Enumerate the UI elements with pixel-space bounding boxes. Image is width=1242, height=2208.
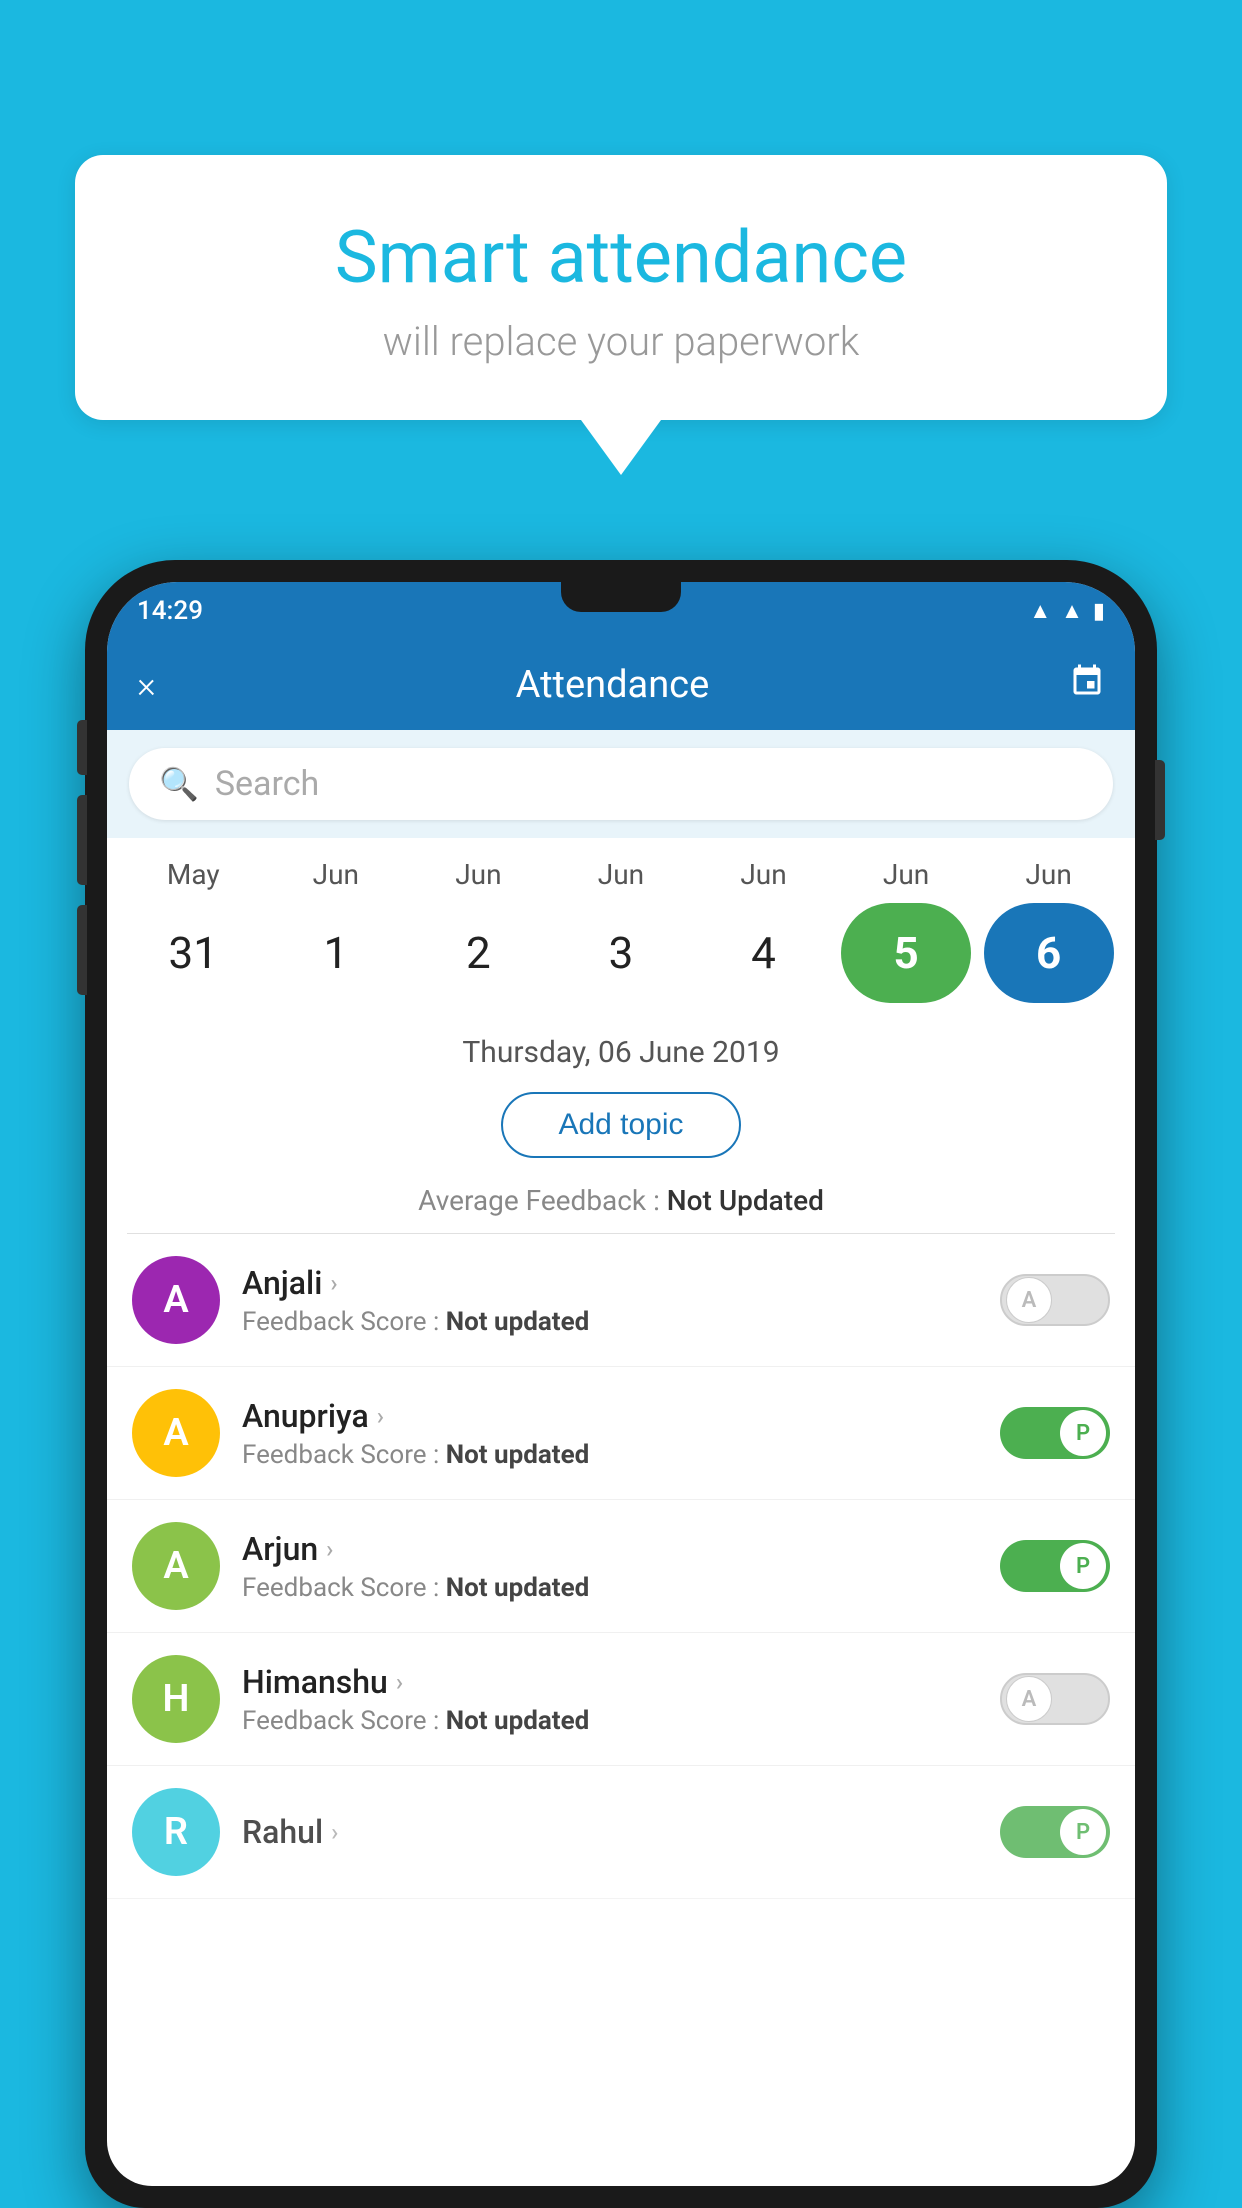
search-bar[interactable]: 🔍 Search (129, 748, 1113, 820)
app-header: × Attendance (107, 640, 1135, 730)
avatar-rahul: R (132, 1788, 220, 1876)
phone-screen: 14:29 ▲ ▲ ▮ × Attendance 🔍 Search (107, 582, 1135, 2186)
toggle-arjun[interactable]: P (1000, 1540, 1110, 1592)
month-1: Jun (271, 858, 401, 891)
month-4: Jun (699, 858, 829, 891)
search-input[interactable]: Search (215, 764, 319, 804)
avg-feedback: Average Feedback : Not Updated (107, 1176, 1135, 1233)
month-5: Jun (841, 858, 971, 891)
cal-date-2[interactable]: 2 (413, 903, 543, 1003)
student-name-anupriya[interactable]: Anupriya › (242, 1397, 1000, 1435)
chevron-arjun: › (326, 1535, 333, 1563)
cal-date-0[interactable]: 31 (128, 903, 258, 1003)
speech-bubble: Smart attendance will replace your paper… (75, 155, 1167, 420)
add-topic-button[interactable]: Add topic (501, 1092, 740, 1158)
student-list: A Anjali › Feedback Score : Not updated … (107, 1234, 1135, 1899)
phone-side-btn-left1 (77, 720, 87, 775)
status-icons: ▲ ▲ ▮ (1029, 598, 1105, 624)
student-item-himanshu: H Himanshu › Feedback Score : Not update… (107, 1633, 1135, 1766)
student-feedback-anjali: Feedback Score : Not updated (242, 1307, 1000, 1337)
phone-frame: 14:29 ▲ ▲ ▮ × Attendance 🔍 Search (85, 560, 1157, 2208)
selected-date-label: Thursday, 06 June 2019 (107, 1021, 1135, 1082)
month-6: Jun (984, 858, 1114, 891)
student-item-rahul: R Rahul › P (107, 1766, 1135, 1899)
battery-icon: ▮ (1093, 599, 1105, 624)
student-info-rahul: Rahul › (242, 1813, 1000, 1851)
chevron-anupriya: › (377, 1402, 384, 1430)
toggle-anjali[interactable]: A (1000, 1274, 1110, 1326)
calendar-months: May Jun Jun Jun Jun Jun Jun (122, 858, 1120, 895)
avatar-himanshu: H (132, 1655, 220, 1743)
student-info-anupriya: Anupriya › Feedback Score : Not updated (242, 1397, 1000, 1470)
avatar-arjun: A (132, 1522, 220, 1610)
student-feedback-himanshu: Feedback Score : Not updated (242, 1706, 1000, 1736)
add-topic-container: Add topic (107, 1082, 1135, 1176)
toggle-rahul[interactable]: P (1000, 1806, 1110, 1858)
student-name-arjun[interactable]: Arjun › (242, 1530, 1000, 1568)
signal-icon: ▲ (1061, 598, 1083, 624)
toggle-anupriya[interactable]: P (1000, 1407, 1110, 1459)
chevron-anjali: › (330, 1269, 337, 1297)
student-item-anjali: A Anjali › Feedback Score : Not updated … (107, 1234, 1135, 1367)
header-title: Attendance (516, 663, 710, 707)
month-2: Jun (413, 858, 543, 891)
calendar-dates: 31 1 2 3 4 5 6 (122, 895, 1120, 1011)
bubble-subtitle: will replace your paperwork (155, 318, 1087, 365)
avg-feedback-value: Not Updated (667, 1184, 824, 1217)
cal-date-3[interactable]: 3 (556, 903, 686, 1003)
student-name-anjali[interactable]: Anjali › (242, 1264, 1000, 1302)
calendar-strip: May Jun Jun Jun Jun Jun Jun 31 1 2 3 4 5… (107, 838, 1135, 1021)
search-bar-container: 🔍 Search (107, 730, 1135, 838)
student-name-himanshu[interactable]: Himanshu › (242, 1663, 1000, 1701)
avatar-anupriya: A (132, 1389, 220, 1477)
student-info-arjun: Arjun › Feedback Score : Not updated (242, 1530, 1000, 1603)
phone-side-btn-left3 (77, 905, 87, 995)
avatar-anjali: A (132, 1256, 220, 1344)
phone-notch (561, 582, 681, 612)
avg-feedback-label: Average Feedback : (418, 1184, 667, 1217)
student-info-himanshu: Himanshu › Feedback Score : Not updated (242, 1663, 1000, 1736)
cal-date-1[interactable]: 1 (271, 903, 401, 1003)
chevron-rahul: › (331, 1818, 338, 1846)
wifi-icon: ▲ (1029, 598, 1051, 624)
student-feedback-arjun: Feedback Score : Not updated (242, 1573, 1000, 1603)
phone-side-btn-right (1155, 760, 1165, 840)
phone-side-btn-left2 (77, 795, 87, 885)
student-item-arjun: A Arjun › Feedback Score : Not updated P (107, 1500, 1135, 1633)
calendar-icon[interactable] (1069, 663, 1105, 707)
search-icon: 🔍 (159, 765, 199, 803)
bubble-tail (581, 420, 661, 475)
student-info-anjali: Anjali › Feedback Score : Not updated (242, 1264, 1000, 1337)
chevron-himanshu: › (396, 1668, 403, 1696)
cal-date-4[interactable]: 4 (699, 903, 829, 1003)
student-feedback-anupriya: Feedback Score : Not updated (242, 1440, 1000, 1470)
speech-bubble-container: Smart attendance will replace your paper… (75, 155, 1167, 475)
cal-date-6[interactable]: 6 (984, 903, 1114, 1003)
bubble-title: Smart attendance (155, 215, 1087, 300)
cal-date-5[interactable]: 5 (841, 903, 971, 1003)
month-0: May (128, 858, 258, 891)
status-time: 14:29 (137, 596, 203, 626)
student-item-anupriya: A Anupriya › Feedback Score : Not update… (107, 1367, 1135, 1500)
month-3: Jun (556, 858, 686, 891)
student-name-rahul[interactable]: Rahul › (242, 1813, 1000, 1851)
toggle-himanshu[interactable]: A (1000, 1673, 1110, 1725)
close-button[interactable]: × (137, 664, 156, 706)
